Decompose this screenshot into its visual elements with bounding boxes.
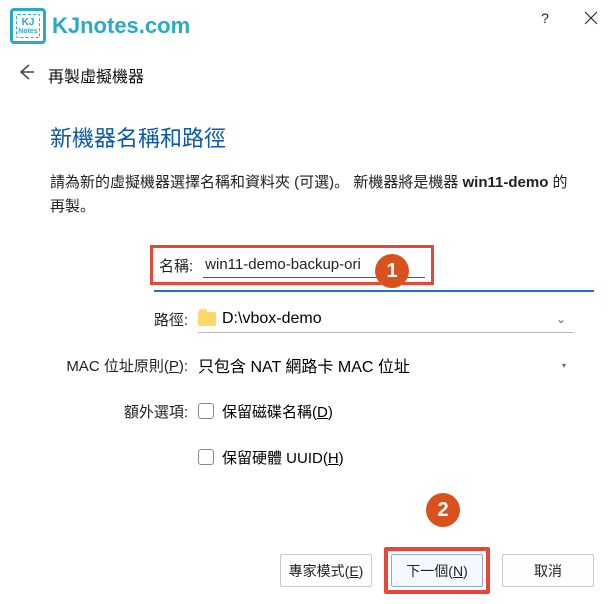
- help-button[interactable]: ?: [522, 2, 568, 34]
- close-icon: [584, 11, 598, 25]
- path-dropdown[interactable]: D:\vbox-demo ⌄: [198, 306, 574, 333]
- dialog-content: 新機器名稱和路徑 請為新的虛擬機器選擇名稱和資料夾 (可選)。 新機器將是機器 …: [0, 121, 614, 475]
- folder-icon: [198, 312, 216, 326]
- dropdown-arrow-icon: ▾: [562, 361, 574, 370]
- keep-hw-checkbox[interactable]: [198, 449, 214, 465]
- extra-options-row: 額外選項: 保留磁碟名稱(D): [50, 393, 574, 429]
- back-arrow-icon: [16, 62, 36, 82]
- mac-policy-dropdown[interactable]: 只包含 NAT 網路卡 MAC 位址 ▾: [198, 349, 574, 381]
- keep-disk-names-option[interactable]: 保留磁碟名稱(D): [198, 397, 574, 426]
- keep-hw-uuid-option[interactable]: 保留硬體 UUID(H): [198, 443, 574, 472]
- watermark: KJ Notes KJnotes.com: [10, 8, 190, 44]
- annotation-badge-1: 1: [375, 254, 409, 288]
- annotation-badge-2: 2: [426, 493, 460, 527]
- page-description: 請為新的虛擬機器選擇名稱和資料夾 (可選)。 新機器將是機器 win11-dem…: [50, 171, 574, 219]
- page-title: 新機器名稱和路徑: [50, 121, 574, 153]
- dialog-title: 再製虛擬機器: [48, 63, 144, 87]
- mac-policy-value: 只包含 NAT 網路卡 MAC 位址: [198, 353, 410, 377]
- expert-mode-button[interactable]: 專家模式(E): [280, 554, 372, 587]
- watermark-logo-bottom: Notes: [18, 28, 37, 35]
- name-underline: [154, 290, 594, 292]
- back-button[interactable]: [16, 62, 36, 87]
- name-label: 名稱:: [159, 255, 203, 276]
- mac-policy-row: MAC 位址原則(P): 只包含 NAT 網路卡 MAC 位址 ▾: [50, 347, 574, 383]
- watermark-logo: KJ Notes: [10, 8, 46, 44]
- keep-disk-checkbox[interactable]: [198, 403, 214, 419]
- mac-policy-label: MAC 位址原則(P):: [50, 355, 198, 376]
- desc-machine-name: win11-demo: [463, 174, 549, 191]
- watermark-text: KJnotes.com: [52, 13, 190, 39]
- desc-prefix: 請為新的虛擬機器選擇名稱和資料夾 (可選)。 新機器將是機器: [50, 174, 463, 191]
- cancel-button[interactable]: 取消: [502, 554, 594, 587]
- watermark-logo-top: KJ: [22, 18, 35, 28]
- chevron-down-icon: ⌄: [556, 312, 574, 326]
- path-value: D:\vbox-demo: [222, 310, 322, 328]
- next-button-highlight: 下一個(N): [384, 547, 490, 594]
- dialog-header: 再製虛擬機器: [0, 40, 614, 97]
- path-label: 路徑:: [50, 309, 198, 330]
- help-icon: ?: [541, 10, 549, 26]
- dialog-footer: 專家模式(E) 下一個(N) 取消: [280, 547, 594, 594]
- keep-hw-uuid-row: 保留硬體 UUID(H): [50, 439, 574, 475]
- next-button[interactable]: 下一個(N): [391, 554, 483, 587]
- close-button[interactable]: [568, 2, 614, 34]
- extra-options-label: 額外選項:: [50, 401, 198, 422]
- keep-hw-label: 保留硬體 UUID(H): [222, 447, 344, 468]
- path-row: 路徑: D:\vbox-demo ⌄: [50, 301, 574, 337]
- keep-disk-label: 保留磁碟名稱(D): [222, 401, 333, 422]
